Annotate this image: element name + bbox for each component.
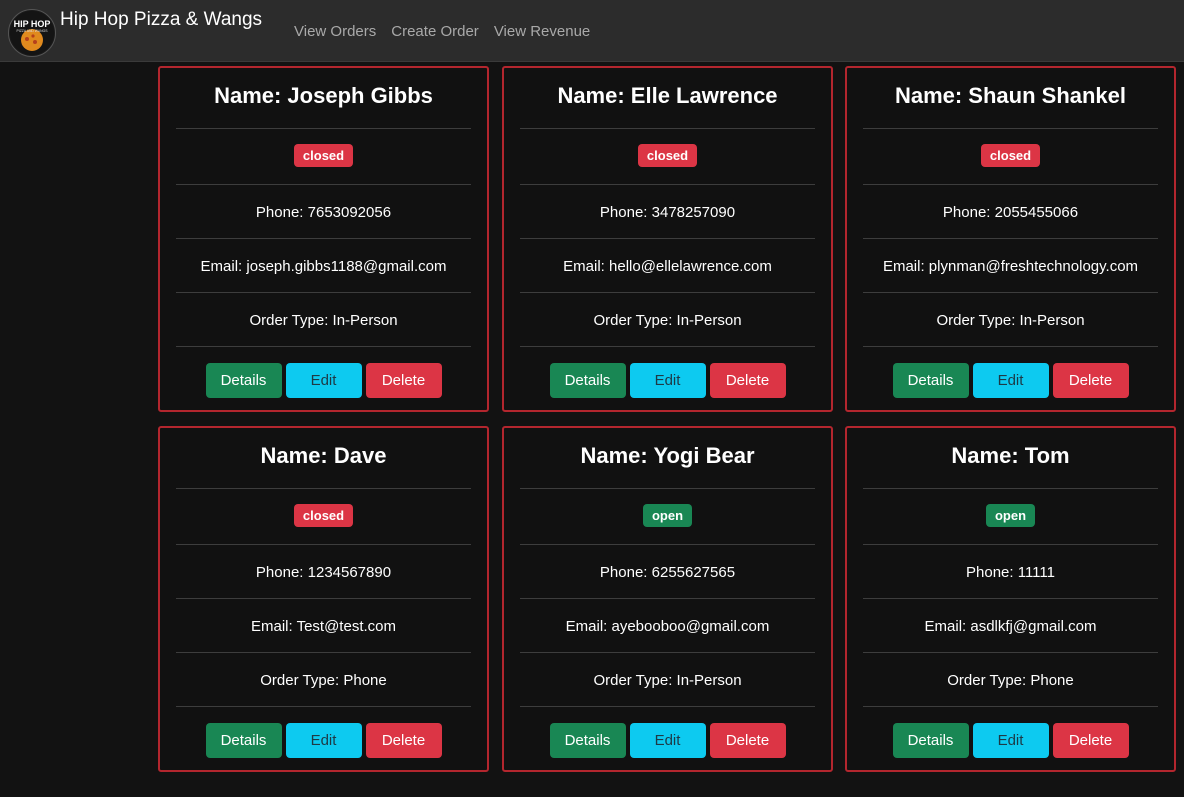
order-type-text: Order Type: Phone: [260, 672, 387, 689]
phone-text: Phone: 6255627565: [599, 564, 736, 581]
nav-links: View Orders Create Order View Revenue: [294, 23, 590, 40]
status-badge: closed: [637, 144, 698, 167]
details-button[interactable]: Details: [892, 363, 969, 398]
delete-button[interactable]: Delete: [1052, 723, 1129, 758]
status-badge: open: [985, 504, 1036, 527]
status-badge: closed: [980, 144, 1041, 167]
edit-button[interactable]: Edit: [972, 723, 1049, 758]
divider: [520, 488, 815, 489]
divider: [520, 598, 815, 599]
divider: [520, 346, 815, 347]
phone-text: Phone: 2055455066: [942, 204, 1079, 221]
phone-text: Phone: 3478257090: [599, 204, 736, 221]
phone-text: Phone: 7653092056: [255, 204, 392, 221]
divider: [520, 706, 815, 707]
divider: [863, 488, 1158, 489]
edit-button[interactable]: Edit: [285, 363, 362, 398]
edit-button[interactable]: Edit: [972, 363, 1049, 398]
delete-button[interactable]: Delete: [365, 723, 442, 758]
customer-name: Name: Joseph Gibbs: [214, 83, 433, 108]
email-text: Email: joseph.gibbs1188@gmail.com: [200, 258, 447, 275]
status-badge: closed: [293, 504, 354, 527]
brand-logo[interactable]: HIP HOP PIZZA AND WANGS: [8, 9, 56, 57]
divider: [176, 184, 471, 185]
nav-view-revenue[interactable]: View Revenue: [494, 23, 590, 40]
delete-button[interactable]: Delete: [709, 723, 786, 758]
order-type-text: Order Type: In-Person: [936, 312, 1085, 329]
order-card: Name: Elle Lawrence closed Phone: 347825…: [502, 66, 833, 412]
divider: [863, 544, 1158, 545]
order-card: Name: Shaun Shankel closed Phone: 205545…: [845, 66, 1176, 412]
email-text: Email: hello@ellelawrence.com: [563, 258, 772, 275]
pizza-logo-icon: HIP HOP PIZZA AND WANGS: [10, 11, 54, 55]
status-badge: open: [642, 504, 693, 527]
phone-text: Phone: 1234567890: [255, 564, 392, 581]
divider: [863, 238, 1158, 239]
svg-text:HIP HOP: HIP HOP: [14, 19, 51, 29]
details-button[interactable]: Details: [205, 723, 282, 758]
details-button[interactable]: Details: [892, 723, 969, 758]
details-button[interactable]: Details: [549, 363, 626, 398]
customer-name: Name: Shaun Shankel: [894, 83, 1127, 108]
svg-text:PIZZA AND WANGS: PIZZA AND WANGS: [17, 29, 49, 33]
order-type-text: Order Type: In-Person: [249, 312, 398, 329]
order-card: Name: Joseph Gibbs closed Phone: 7653092…: [158, 66, 489, 412]
delete-button[interactable]: Delete: [365, 363, 442, 398]
divider: [863, 706, 1158, 707]
divider: [520, 238, 815, 239]
divider: [520, 652, 815, 653]
divider: [176, 292, 471, 293]
divider: [520, 128, 815, 129]
order-card: Name: Tom open Phone: 11111 Email: asdlk…: [845, 426, 1176, 772]
details-button[interactable]: Details: [549, 723, 626, 758]
customer-name: Name: Dave: [260, 443, 387, 468]
brand-title[interactable]: Hip Hop Pizza & Wangs: [60, 9, 262, 31]
customer-name: Name: Tom: [951, 443, 1070, 468]
divider: [520, 544, 815, 545]
divider: [176, 598, 471, 599]
order-type-text: Order Type: In-Person: [593, 672, 742, 689]
edit-button[interactable]: Edit: [629, 363, 706, 398]
delete-button[interactable]: Delete: [709, 363, 786, 398]
edit-button[interactable]: Edit: [629, 723, 706, 758]
email-text: Email: ayebooboo@gmail.com: [565, 618, 770, 635]
email-text: Email: plynman@freshtechnology.com: [882, 258, 1139, 275]
divider: [176, 128, 471, 129]
customer-name: Name: Elle Lawrence: [557, 83, 778, 108]
divider: [176, 346, 471, 347]
email-text: Email: asdlkfj@gmail.com: [924, 618, 1097, 635]
edit-button[interactable]: Edit: [285, 723, 362, 758]
divider: [520, 184, 815, 185]
status-badge: closed: [293, 144, 354, 167]
divider: [176, 652, 471, 653]
nav-view-orders[interactable]: View Orders: [294, 23, 376, 40]
divider: [863, 184, 1158, 185]
divider: [863, 652, 1158, 653]
customer-name: Name: Yogi Bear: [580, 443, 755, 468]
navbar: HIP HOP PIZZA AND WANGS Hip Hop Pizza & …: [0, 0, 1184, 62]
nav-create-order[interactable]: Create Order: [391, 23, 479, 40]
divider: [176, 238, 471, 239]
order-type-text: Order Type: Phone: [947, 672, 1074, 689]
divider: [176, 706, 471, 707]
divider: [176, 488, 471, 489]
divider: [863, 292, 1158, 293]
order-type-text: Order Type: In-Person: [593, 312, 742, 329]
order-card: Name: Yogi Bear open Phone: 6255627565 E…: [502, 426, 833, 772]
divider: [863, 128, 1158, 129]
phone-text: Phone: 11111: [966, 564, 1055, 581]
divider: [520, 292, 815, 293]
details-button[interactable]: Details: [205, 363, 282, 398]
email-text: Email: Test@test.com: [251, 618, 396, 635]
order-card: Name: Dave closed Phone: 1234567890 Emai…: [158, 426, 489, 772]
divider: [176, 544, 471, 545]
divider: [863, 346, 1158, 347]
delete-button[interactable]: Delete: [1052, 363, 1129, 398]
divider: [863, 598, 1158, 599]
